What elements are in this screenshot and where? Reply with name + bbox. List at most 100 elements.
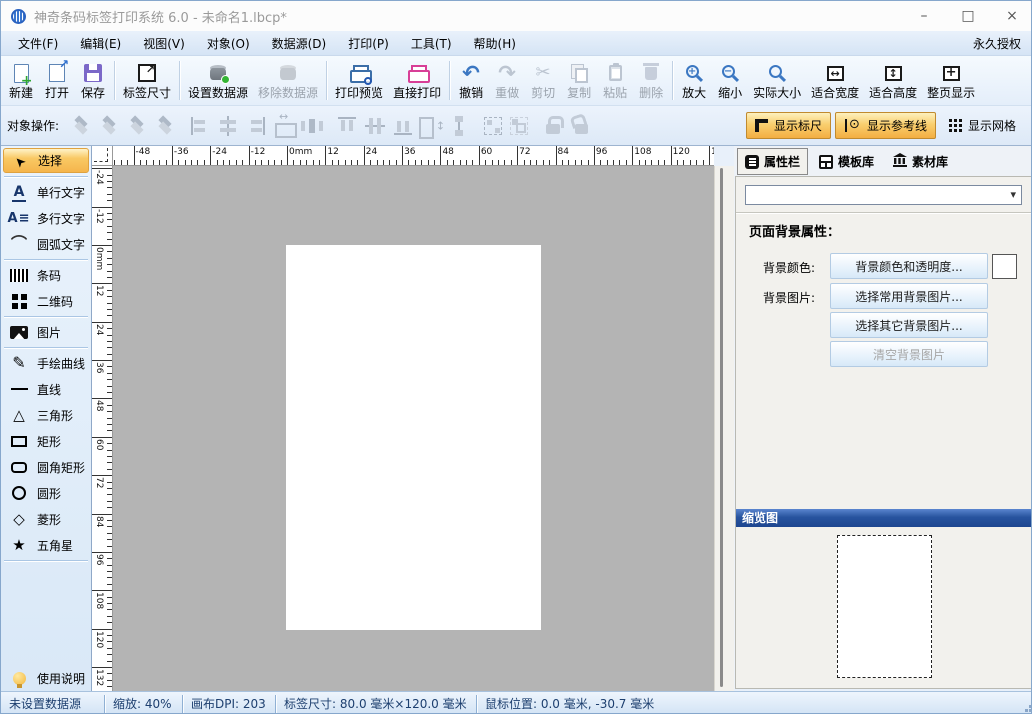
magnifier-badge-icon [364,77,372,85]
tool-rectangle[interactable]: 矩形 [1,428,91,454]
direct-print-button[interactable]: 直接打印 [388,58,446,103]
redo-button[interactable]: 重做 [489,58,525,103]
open-button[interactable]: 打开 [39,58,75,103]
menu-file[interactable]: 文件(F) [7,32,69,55]
triangle-icon [13,408,25,423]
same-height-button[interactable] [418,113,444,139]
tab-properties[interactable]: 属性栏 [737,148,808,175]
tool-diamond[interactable]: 菱形 [1,506,91,532]
status-mouse-position: 鼠标位置: 0.0 毫米, -30.7 毫米 [477,695,662,712]
ruler-icon [755,119,768,132]
align-bottom-button[interactable] [390,113,416,139]
tool-sidebar: 选择 单行文字 多行文字 圆弧文字 条码 二维码 图片 手绘曲线 直线 三角形 … [1,146,92,691]
app-window: 神奇条码标签打印系统 6.0 - 未命名1.lbcp* – □ × 文件(F) … [0,0,1032,714]
close-button[interactable]: × [1003,8,1021,24]
panel-divider [736,212,1031,213]
save-button[interactable]: 保存 [75,58,111,103]
tool-line[interactable]: 直线 [1,376,91,402]
arc-text-icon [11,236,27,252]
window-title: 神奇条码标签打印系统 6.0 - 未命名1.lbcp* [34,7,287,26]
bg-image-other-button[interactable]: 选择其它背景图片... [830,312,988,338]
tool-arc-text[interactable]: 圆弧文字 [1,231,91,257]
status-dpi: 画布DPI: 203 [183,695,275,712]
clear-bg-image-button[interactable]: 清空背景图片 [830,341,988,367]
tool-select[interactable]: 选择 [3,148,89,173]
object-toolbar: 对象操作: 显示标尺 显示参考线 显示网格 [1,106,1031,146]
resize-grip-icon[interactable] [1025,709,1028,712]
bring-to-front-button[interactable] [68,113,94,139]
bg-image-label: 背景图片: [763,289,815,306]
show-guides-toggle[interactable]: 显示参考线 [835,112,936,139]
lock-button[interactable] [540,113,566,139]
same-width-button[interactable] [271,113,297,139]
maximize-button[interactable]: □ [959,8,977,24]
tool-freehand-curve[interactable]: 手绘曲线 [1,350,91,376]
align-center-button[interactable] [215,113,241,139]
menu-object[interactable]: 对象(O) [196,32,261,55]
vertical-ruler: -24-120mm1224364860728496108120132 [92,166,113,691]
tab-template-library[interactable]: 模板库 [811,148,882,175]
label-size-button[interactable]: 标签尺寸 [118,58,176,103]
show-ruler-toggle[interactable]: 显示标尺 [746,112,831,139]
tool-star[interactable]: 五角星 [1,532,91,558]
menu-view[interactable]: 视图(V) [132,32,196,55]
scissors-icon [536,62,551,84]
tool-image[interactable]: 图片 [1,319,91,345]
align-left-button[interactable] [187,113,213,139]
scrollbar-thumb[interactable] [720,168,723,687]
zoom-in-button[interactable]: 放大 [676,58,712,103]
align-top-button[interactable] [334,113,360,139]
tool-circle[interactable]: 圆形 [1,480,91,506]
unlock-button[interactable] [568,113,594,139]
bank-icon [893,153,907,170]
zoom-out-button[interactable]: 缩小 [712,58,748,103]
paste-button[interactable]: 粘贴 [597,58,633,103]
full-page-button[interactable]: 整页显示 [922,58,980,103]
actual-size-button[interactable]: 实际大小 [748,58,806,103]
cut-button[interactable]: 剪切 [525,58,561,103]
bg-color-button[interactable]: 背景颜色和透明度... [830,253,988,279]
object-selector-dropdown[interactable] [745,185,1022,205]
send-to-back-button[interactable] [152,113,178,139]
move-layer-down-button[interactable] [124,113,150,139]
tool-single-line-text[interactable]: 单行文字 [1,179,91,205]
label-page[interactable] [286,245,541,630]
tab-material-library[interactable]: 素材库 [885,148,956,175]
tool-multi-line-text[interactable]: 多行文字 [1,205,91,231]
set-datasource-button[interactable]: 设置数据源 [183,58,253,103]
help-button[interactable]: 使用说明 [1,665,91,691]
tool-qrcode[interactable]: 二维码 [1,288,91,314]
undo-button[interactable]: 撤销 [453,58,489,103]
distribute-vertical-button[interactable] [446,113,472,139]
multi-text-icon [8,211,31,225]
menu-datasource[interactable]: 数据源(D) [261,32,338,55]
bg-color-label: 背景颜色: [763,259,815,276]
tool-triangle[interactable]: 三角形 [1,402,91,428]
distribute-horizontal-button[interactable] [299,113,325,139]
fit-height-button[interactable]: 适合高度 [864,58,922,103]
menu-edit[interactable]: 编辑(E) [69,32,132,55]
print-preview-button[interactable]: 打印预览 [330,58,388,103]
vertical-scrollbar[interactable] [714,166,734,691]
canvas-area[interactable] [113,166,714,691]
align-middle-button[interactable] [362,113,388,139]
bg-image-common-button[interactable]: 选择常用背景图片... [830,283,988,309]
minimize-button[interactable]: – [915,8,933,24]
delete-button[interactable]: 删除 [633,58,669,103]
fit-width-button[interactable]: 适合宽度 [806,58,864,103]
menu-print[interactable]: 打印(P) [337,32,400,55]
show-grid-toggle[interactable]: 显示网格 [940,112,1025,139]
move-layer-up-button[interactable] [96,113,122,139]
new-button[interactable]: 新建 [3,58,39,103]
remove-datasource-button[interactable]: 移除数据源 [253,58,323,103]
status-zoom: 缩放: 40% [105,695,182,712]
copy-button[interactable]: 复制 [561,58,597,103]
align-right-button[interactable] [243,113,269,139]
tool-barcode[interactable]: 条码 [1,262,91,288]
tool-rounded-rectangle[interactable]: 圆角矩形 [1,454,91,480]
group-button[interactable] [484,117,502,135]
ungroup-button[interactable] [510,117,528,135]
menu-help[interactable]: 帮助(H) [463,32,527,55]
menu-tools[interactable]: 工具(T) [400,32,463,55]
magnifier-icon [769,65,782,78]
